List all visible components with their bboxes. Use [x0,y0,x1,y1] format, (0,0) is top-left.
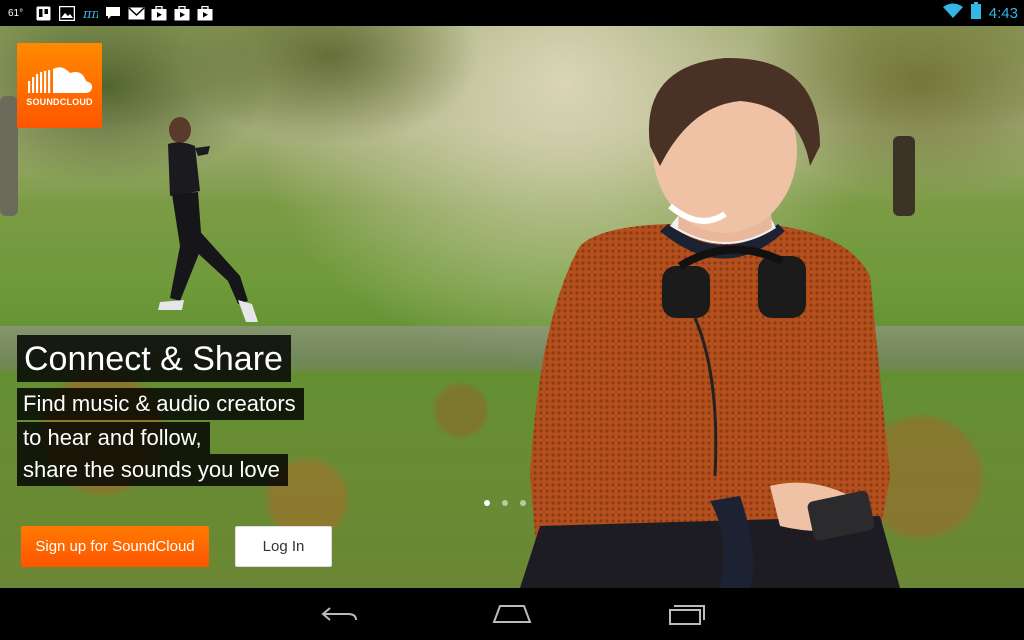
soundcloud-logo: SOUNDCLOUD [17,43,102,128]
chat-icon [105,6,121,21]
battery-icon [970,2,981,24]
man-with-headphones [520,57,900,588]
navigation-bar [0,588,1024,640]
notification-icons: 61° ππ [8,4,213,22]
signup-button[interactable]: Sign up for SoundCloud [21,526,209,567]
pager-dot[interactable] [502,500,508,506]
briefcase-icon [197,5,213,21]
briefcase-icon [174,5,190,21]
recent-apps-icon[interactable] [666,602,706,626]
hero-subtitle-line-3: share the sounds you love [17,454,288,486]
tree-trunk [0,96,18,216]
image-icon [59,5,76,21]
hero-subtitle-line-2: to hear and follow, [17,422,210,454]
hero-subtitle-line-1: Find music & audio creators [17,388,304,420]
hero-background: SOUNDCLOUD Connect & Share Find music & … [0,26,1024,588]
briefcase-icon [151,5,167,21]
pager-indicator [484,500,526,506]
system-indicators: 4:43 [942,2,1018,24]
runner-figure [158,117,258,322]
pi-icon: ππ [82,6,98,21]
home-icon[interactable] [492,602,532,626]
hero-headline: Connect & Share [17,335,291,382]
cloud-logo-icon [27,66,92,93]
pager-dot[interactable] [484,500,490,506]
pager-dot[interactable] [520,500,526,506]
svg-text:ππ: ππ [82,7,98,21]
status-bar: 61° ππ 4:43 [0,0,1024,26]
login-button[interactable]: Log In [235,526,332,567]
wifi-icon [942,3,963,23]
logo-wordmark: SOUNDCLOUD [26,96,93,107]
clock-time: 4:43 [988,4,1018,22]
temperature-text: 61° [8,7,24,19]
mail-icon [128,6,145,21]
back-icon[interactable] [320,602,360,626]
trello-icon [36,6,52,21]
